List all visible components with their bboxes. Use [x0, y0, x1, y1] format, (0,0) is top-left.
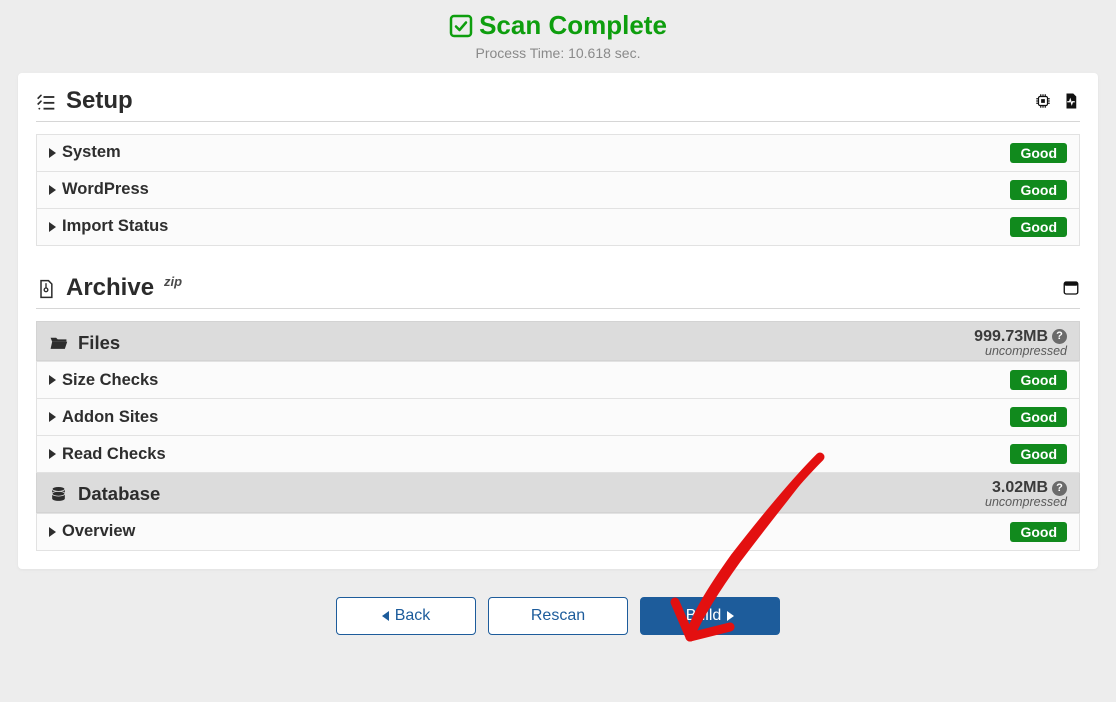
- files-row-addon-sites[interactable]: Addon Sites Good: [36, 399, 1080, 436]
- rescan-label: Rescan: [531, 607, 585, 625]
- caret-right-icon: [49, 222, 56, 232]
- scan-complete-title: Scan Complete: [449, 10, 667, 41]
- files-row-read-checks[interactable]: Read Checks Good: [36, 436, 1080, 473]
- triangle-left-icon: [382, 611, 389, 621]
- files-note: uncompressed: [974, 345, 1067, 358]
- status-badge: Good: [1010, 370, 1067, 390]
- window-icon[interactable]: [1062, 279, 1080, 297]
- setup-section-header: Setup: [36, 87, 1080, 122]
- database-category: Database 3.02MB ? uncompressed: [36, 473, 1080, 513]
- checklist-icon: [36, 92, 56, 112]
- help-icon[interactable]: ?: [1052, 481, 1067, 496]
- database-size: 3.02MB: [992, 480, 1048, 496]
- files-size: 999.73MB: [974, 329, 1048, 345]
- status-badge: Good: [1010, 444, 1067, 464]
- build-label: Build: [686, 607, 722, 625]
- archive-file-icon: [36, 279, 56, 299]
- setup-row-wordpress[interactable]: WordPress Good: [36, 172, 1080, 209]
- status-badge: Good: [1010, 217, 1067, 237]
- build-button[interactable]: Build: [640, 597, 780, 635]
- caret-right-icon: [49, 148, 56, 158]
- scan-complete-label: Scan Complete: [479, 10, 667, 41]
- archive-section-header: Archive zip: [36, 274, 1080, 309]
- chip-icon[interactable]: [1034, 92, 1052, 110]
- help-icon[interactable]: ?: [1052, 329, 1067, 344]
- caret-right-icon: [49, 449, 56, 459]
- setup-title: Setup: [66, 87, 133, 115]
- back-button[interactable]: Back: [336, 597, 476, 635]
- database-row-overview[interactable]: Overview Good: [36, 513, 1080, 551]
- archive-format: zip: [164, 274, 182, 289]
- row-label: Size Checks: [62, 371, 158, 390]
- database-icon: [49, 485, 68, 504]
- row-label: Read Checks: [62, 445, 166, 464]
- caret-right-icon: [49, 375, 56, 385]
- setup-row-system[interactable]: System Good: [36, 134, 1080, 172]
- status-badge: Good: [1010, 407, 1067, 427]
- caret-right-icon: [49, 527, 56, 537]
- back-label: Back: [395, 607, 431, 625]
- archive-title: Archive: [66, 274, 154, 302]
- database-note: uncompressed: [985, 496, 1067, 509]
- caret-right-icon: [49, 185, 56, 195]
- row-label: System: [62, 143, 121, 162]
- triangle-right-icon: [727, 611, 734, 621]
- status-badge: Good: [1010, 143, 1067, 163]
- row-label: Import Status: [62, 217, 168, 236]
- setup-row-import-status[interactable]: Import Status Good: [36, 209, 1080, 246]
- process-time: Process Time: 10.618 sec.: [0, 45, 1116, 61]
- row-label: WordPress: [62, 180, 149, 199]
- row-label: Addon Sites: [62, 408, 158, 427]
- caret-right-icon: [49, 412, 56, 422]
- files-category: Files 999.73MB ? uncompressed: [36, 321, 1080, 362]
- file-heartbeat-icon[interactable]: [1062, 92, 1080, 110]
- row-label: Overview: [62, 522, 135, 541]
- checkbox-icon: [449, 14, 473, 38]
- button-bar: Back Rescan Build: [0, 569, 1116, 635]
- status-badge: Good: [1010, 522, 1067, 542]
- database-title: Database: [78, 483, 160, 505]
- files-row-size-checks[interactable]: Size Checks Good: [36, 361, 1080, 399]
- files-title: Files: [78, 332, 120, 354]
- rescan-button[interactable]: Rescan: [488, 597, 628, 635]
- status-badge: Good: [1010, 180, 1067, 200]
- folder-open-icon: [49, 333, 68, 352]
- results-panel: Setup: [18, 73, 1098, 569]
